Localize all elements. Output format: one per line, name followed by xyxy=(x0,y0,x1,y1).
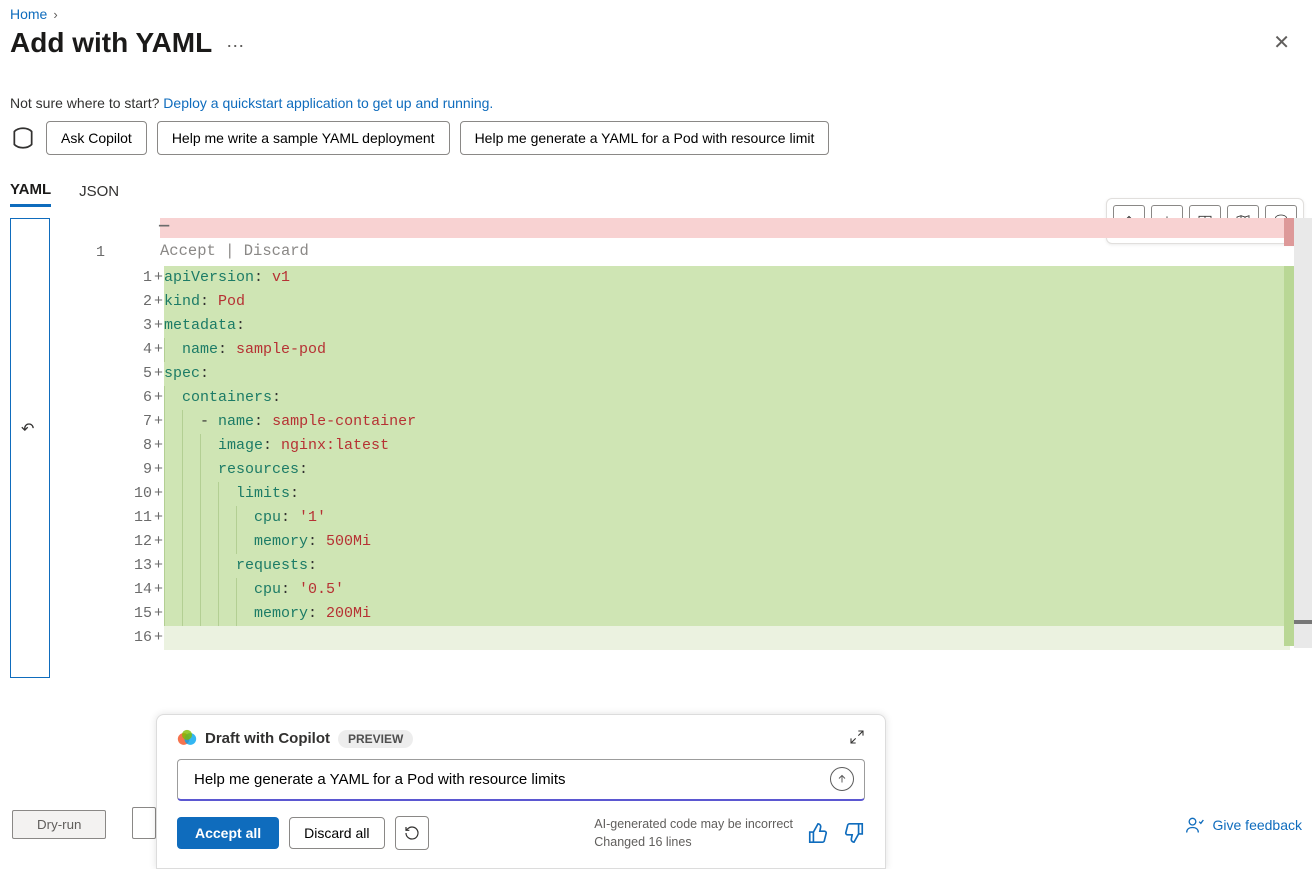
preview-badge: PREVIEW xyxy=(338,730,413,748)
change-gutter: ↶ xyxy=(10,218,50,678)
diff-plus-icon: + xyxy=(154,338,164,362)
copilot-prompt-input[interactable] xyxy=(192,770,822,789)
discard-all-button[interactable]: Discard all xyxy=(289,817,384,849)
collapse-icon[interactable] xyxy=(849,729,865,748)
tab-json[interactable]: JSON xyxy=(79,183,119,206)
line-number: 8 xyxy=(130,434,154,458)
minimap-added-marker xyxy=(1284,266,1294,646)
accept-all-button[interactable]: Accept all xyxy=(177,817,279,849)
diff-plus-icon: + xyxy=(154,602,164,626)
line-number: 2 xyxy=(130,290,154,314)
diff-plus-icon: + xyxy=(154,626,164,650)
page-title: Add with YAML xyxy=(10,27,212,59)
chip-pod-resource-limits[interactable]: Help me generate a YAML for a Pod with r… xyxy=(460,121,830,155)
line-number: 14 xyxy=(130,578,154,602)
chip-sample-yaml[interactable]: Help me write a sample YAML deployment xyxy=(157,121,450,155)
deploy-quickstart-link[interactable]: Deploy a quickstart application to get u… xyxy=(163,95,493,111)
code-line[interactable]: 5+spec: xyxy=(130,362,1290,386)
breadcrumb: Home › xyxy=(10,6,1298,22)
orig-line-number: 1 xyxy=(96,244,105,261)
give-feedback-link[interactable]: Give feedback xyxy=(1185,815,1303,835)
diff-plus-icon: + xyxy=(154,314,164,338)
diff-deleted-line: — xyxy=(160,218,1290,238)
copilot-notes: AI-generated code may be incorrect Chang… xyxy=(594,815,793,853)
code-line[interactable]: 4+name: sample-pod xyxy=(130,338,1290,362)
format-tabs: YAML JSON xyxy=(10,181,1298,208)
diff-plus-icon: + xyxy=(154,434,164,458)
diff-plus-icon: + xyxy=(154,290,164,314)
copilot-panel-title: Draft with Copilot xyxy=(205,730,330,747)
diff-plus-icon: + xyxy=(154,482,164,506)
undo-icon[interactable]: ↶ xyxy=(21,419,34,439)
diff-plus-icon: + xyxy=(154,266,164,290)
line-number: 10 xyxy=(130,482,154,506)
line-number: 4 xyxy=(130,338,154,362)
copilot-logo-icon xyxy=(177,729,197,749)
inline-accept[interactable]: Accept xyxy=(160,242,216,260)
line-number: 7 xyxy=(130,410,154,434)
minimap[interactable] xyxy=(1284,218,1312,648)
diff-plus-icon: + xyxy=(154,362,164,386)
code-line[interactable]: 3+metadata: xyxy=(130,314,1290,338)
code-editor[interactable]: — 1 Accept | Discard 1+apiVersion: v12+k… xyxy=(60,218,1312,668)
copilot-icon xyxy=(10,125,36,151)
line-number: 12 xyxy=(130,530,154,554)
code-line[interactable]: 12+memory: 500Mi xyxy=(130,530,1290,554)
code-line[interactable]: 16+ xyxy=(130,626,1290,650)
copilot-input-wrap xyxy=(177,759,865,801)
inline-discard[interactable]: Discard xyxy=(244,242,309,260)
line-number: 5 xyxy=(130,362,154,386)
line-number: 1 xyxy=(130,266,154,290)
help-text: Not sure where to start? Deploy a quicks… xyxy=(10,95,1298,111)
breadcrumb-home[interactable]: Home xyxy=(10,6,47,22)
diff-plus-icon: + xyxy=(154,554,164,578)
diff-plus-icon: + xyxy=(154,410,164,434)
line-number: 3 xyxy=(130,314,154,338)
inline-diff-actions: Accept | Discard xyxy=(160,242,309,260)
more-icon[interactable]: ⋯ xyxy=(226,37,244,55)
code-line[interactable]: 6+containers: xyxy=(130,386,1290,410)
minimap-deleted-marker xyxy=(1284,218,1294,246)
code-line[interactable]: 9+resources: xyxy=(130,458,1290,482)
code-line[interactable]: 14+cpu: '0.5' xyxy=(130,578,1290,602)
send-icon[interactable] xyxy=(830,767,854,791)
diff-plus-icon: + xyxy=(154,458,164,482)
line-number: 15 xyxy=(130,602,154,626)
code-line[interactable]: 7+- name: sample-container xyxy=(130,410,1290,434)
close-icon[interactable]: ✕ xyxy=(1265,26,1298,59)
line-number: 16 xyxy=(130,626,154,650)
tab-yaml[interactable]: YAML xyxy=(10,181,51,207)
code-line[interactable]: 10+limits: xyxy=(130,482,1290,506)
diff-plus-icon: + xyxy=(154,530,164,554)
code-line[interactable]: 15+memory: 200Mi xyxy=(130,602,1290,626)
thumbs-up-icon[interactable] xyxy=(807,822,829,844)
copilot-panel: Draft with Copilot PREVIEW Accept all Di… xyxy=(156,714,886,869)
code-line[interactable]: 2+kind: Pod xyxy=(130,290,1290,314)
diff-plus-icon: + xyxy=(154,506,164,530)
code-line[interactable]: 11+cpu: '1' xyxy=(130,506,1290,530)
line-number: 13 xyxy=(130,554,154,578)
line-number: 11 xyxy=(130,506,154,530)
chevron-right-icon: › xyxy=(53,7,57,22)
code-line[interactable]: 1+apiVersion: v1 xyxy=(130,266,1290,290)
dry-run-button[interactable]: Dry-run xyxy=(12,810,106,839)
diff-plus-icon: + xyxy=(154,386,164,410)
thumbs-down-icon[interactable] xyxy=(843,822,865,844)
chip-ask-copilot[interactable]: Ask Copilot xyxy=(46,121,147,155)
secondary-action-button[interactable] xyxy=(132,807,156,839)
line-number: 6 xyxy=(130,386,154,410)
code-line[interactable]: 8+image: nginx:latest xyxy=(130,434,1290,458)
diff-plus-icon: + xyxy=(154,578,164,602)
regenerate-icon[interactable] xyxy=(395,816,429,850)
code-line[interactable]: 13+requests: xyxy=(130,554,1290,578)
line-number: 9 xyxy=(130,458,154,482)
